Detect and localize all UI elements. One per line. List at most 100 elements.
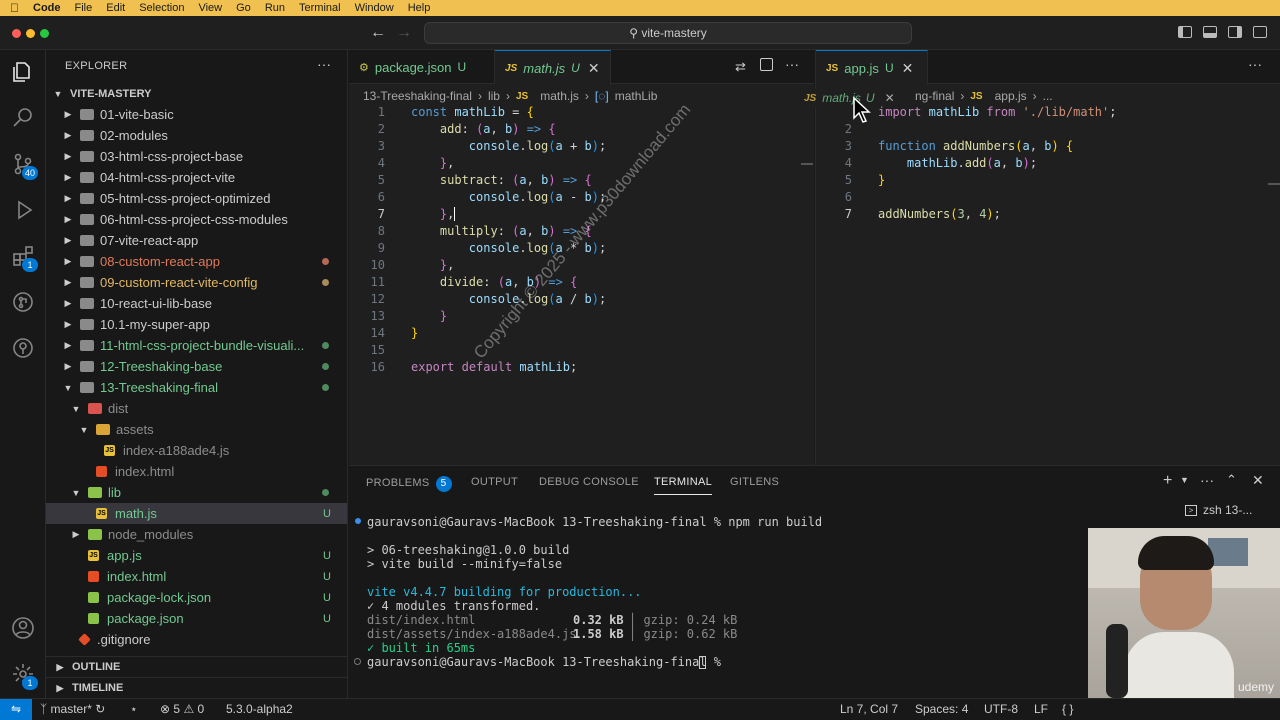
workspace-root[interactable]: ▼ VITE-MASTERY [46, 83, 347, 104]
toggle-secondary-sidebar-icon[interactable] [1228, 26, 1242, 38]
remote-indicator-icon[interactable]: ⇋ [0, 699, 32, 720]
version-status[interactable]: 5.3.0-alpha2 [226, 702, 293, 716]
menu-file[interactable]: File [75, 2, 93, 14]
problems-status[interactable]: ⊗ 5 ⚠ 0 [160, 702, 204, 716]
tree-file[interactable]: .gitignore [46, 629, 347, 650]
close-panel-icon[interactable]: ✕ [1252, 472, 1264, 489]
tree-folder[interactable]: ▶ 10.1-my-super-app [46, 314, 347, 335]
maximize-panel-icon[interactable]: ⌃ [1226, 472, 1237, 488]
tree-folder[interactable]: ▶ node_modules [46, 524, 347, 545]
tree-file[interactable]: package-lock.json U [46, 587, 347, 608]
tree-folder[interactable]: ▶ 03-html-css-project-base [46, 146, 347, 167]
command-center-search[interactable]: ⚲ vite-mastery [424, 22, 912, 44]
tree-folder-untracked[interactable]: ▶ 12-Treeshaking-base [46, 356, 347, 377]
breadcrumb-file[interactable]: app.js [995, 89, 1027, 103]
gitlens-status-icon[interactable]: ⋆ [130, 702, 138, 716]
zoom-window-button[interactable] [40, 29, 49, 38]
tree-folder[interactable]: ▶ 05-html-css-project-optimized [46, 188, 347, 209]
more-actions-icon[interactable]: ··· [785, 56, 799, 72]
menu-window[interactable]: Window [355, 2, 394, 14]
close-window-button[interactable] [12, 29, 21, 38]
branch-status[interactable]: ᛉ master* ↻ [40, 702, 105, 716]
breadcrumb-file[interactable]: math.js [540, 89, 579, 103]
breadcrumb-ellipsis[interactable]: ... [1043, 89, 1053, 103]
outline-section[interactable]: ▶ OUTLINE [46, 656, 347, 677]
js-file-icon: JS [826, 62, 839, 74]
end-of-line[interactable]: LF [1034, 702, 1048, 716]
indentation[interactable]: Spaces: 4 [915, 702, 968, 716]
remote-explorer-icon[interactable] [11, 336, 35, 360]
breadcrumb-symbol[interactable]: mathLib [615, 89, 658, 103]
tree-folder-open[interactable]: ▼ 13-Treeshaking-final [46, 377, 347, 398]
menu-help[interactable]: Help [408, 2, 431, 14]
more-actions-icon[interactable]: ··· [1200, 472, 1214, 488]
menu-selection[interactable]: Selection [139, 2, 184, 14]
js-file-icon: JS [970, 90, 983, 102]
code-editor[interactable]: 1 const mathLib = { 2 add: (a, b) => { 3 … [349, 104, 814, 465]
menu-go[interactable]: Go [236, 2, 251, 14]
tree-folder[interactable]: ▶ 01-vite-basic [46, 104, 347, 125]
tree-file[interactable]: JS app.js U [46, 545, 347, 566]
account-icon[interactable] [11, 616, 35, 640]
tree-folder[interactable]: ▶ 02-modules [46, 125, 347, 146]
run-debug-icon[interactable] [11, 198, 35, 222]
close-tab-icon[interactable]: ✕ [902, 60, 914, 77]
split-editor-icon[interactable] [760, 58, 773, 71]
minimize-window-button[interactable] [26, 29, 35, 38]
app-name[interactable]: Code [33, 2, 61, 14]
close-tab-icon[interactable]: ✕ [885, 91, 895, 105]
toggle-sidebar-icon[interactable] [1178, 26, 1192, 38]
encoding[interactable]: UTF-8 [984, 702, 1018, 716]
apple-icon[interactable]:  [10, 1, 19, 15]
menu-terminal[interactable]: Terminal [299, 2, 341, 14]
js-file-icon: JS [505, 62, 518, 74]
tab-debug-console[interactable]: DEBUG CONSOLE [539, 476, 639, 488]
tab-math-js[interactable]: JS math.js U ✕ [495, 50, 611, 85]
timeline-section[interactable]: ▶ TIMELINE [46, 677, 347, 698]
tab-gitlens[interactable]: GITLENS [730, 476, 779, 488]
tab-package-json[interactable]: ⚙ package.json U [349, 50, 495, 84]
chevron-down-icon[interactable]: ▼ [1180, 475, 1189, 485]
compare-changes-icon[interactable]: ⇄ [735, 59, 746, 75]
toggle-panel-icon[interactable] [1203, 26, 1217, 38]
terminal-instance-zsh[interactable]: > zsh 13-... [1185, 502, 1252, 518]
menu-view[interactable]: View [198, 2, 222, 14]
gitlens-icon[interactable] [11, 290, 35, 314]
tab-app-js[interactable]: JS app.js U ✕ [816, 50, 928, 85]
tree-file[interactable]: JS index-a188ade4.js [46, 440, 347, 461]
explorer-icon[interactable] [11, 60, 35, 84]
menu-run[interactable]: Run [265, 2, 285, 14]
tree-folder[interactable]: ▶ 04-html-css-project-vite [46, 167, 347, 188]
tree-folder-open[interactable]: ▼ lib [46, 482, 347, 503]
tab-problems[interactable]: PROBLEMS 5 [366, 476, 452, 492]
tab-terminal[interactable]: TERMINAL [654, 476, 713, 495]
menu-edit[interactable]: Edit [106, 2, 125, 14]
back-arrow-icon[interactable]: ← [370, 24, 386, 42]
code-editor[interactable]: import mathLib from './lib/math'; 2 3 fun… [816, 104, 1280, 465]
forward-arrow-icon[interactable]: → [396, 24, 412, 42]
tree-file[interactable]: index.html U [46, 566, 347, 587]
tree-file[interactable]: index.html [46, 461, 347, 482]
language-braces-icon[interactable]: { } [1062, 702, 1073, 716]
tree-folder-untracked[interactable]: ▶ 11-html-css-project-bundle-visuali... [46, 335, 347, 356]
more-actions-icon[interactable]: ··· [317, 56, 331, 72]
breadcrumb-folder[interactable]: lib [488, 89, 500, 103]
customize-layout-icon[interactable] [1253, 26, 1267, 38]
close-tab-icon[interactable]: ✕ [588, 60, 600, 77]
tree-file-selected[interactable]: JS math.js U [46, 503, 347, 524]
breadcrumb-folder[interactable]: ng-final [915, 89, 954, 103]
tree-folder-open[interactable]: ▼ dist [46, 398, 347, 419]
tree-folder[interactable]: ▶ 10-react-ui-lib-base [46, 293, 347, 314]
tree-folder-open[interactable]: ▼ assets [46, 419, 347, 440]
tree-folder-modified[interactable]: ▶ 09-custom-react-vite-config [46, 272, 347, 293]
tree-folder[interactable]: ▶ 06-html-css-project-css-modules [46, 209, 347, 230]
new-terminal-icon[interactable]: + [1163, 472, 1172, 490]
tab-output[interactable]: OUTPUT [471, 476, 518, 488]
cursor-position[interactable]: Ln 7, Col 7 [840, 702, 898, 716]
tree-folder[interactable]: ▶ 07-vite-react-app [46, 230, 347, 251]
tree-folder-modified[interactable]: ▶ 08-custom-react-app [46, 251, 347, 272]
search-icon[interactable] [11, 106, 35, 130]
more-actions-icon[interactable]: ··· [1248, 56, 1262, 72]
tree-file[interactable]: package.json U [46, 608, 347, 629]
breadcrumb-folder[interactable]: 13-Treeshaking-final [363, 89, 472, 103]
